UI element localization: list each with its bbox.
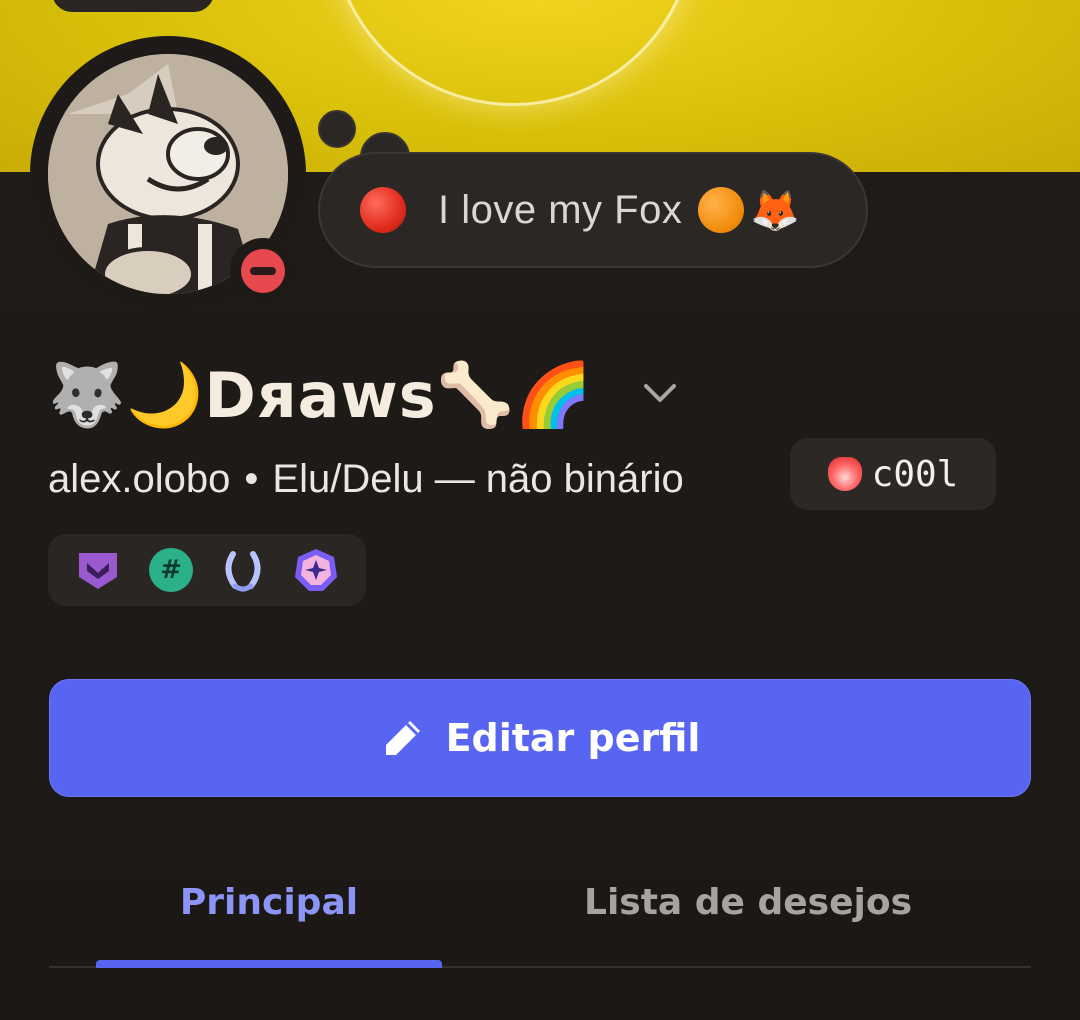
custom-status-bubble[interactable]: I love my Fox 🦊: [318, 152, 868, 268]
tab-principal-label: Principal: [179, 881, 359, 923]
edit-profile-button[interactable]: Editar perfil: [49, 679, 1031, 797]
svg-text:#: #: [160, 555, 182, 585]
orange-circle-icon: [698, 187, 745, 233]
username-line: alex.olobo • Elu/Delu — não binário: [48, 448, 684, 510]
tab-wishlist[interactable]: Lista de desejos: [560, 870, 936, 934]
badges-row: #: [48, 534, 366, 606]
chevron-down-icon[interactable]: [640, 378, 680, 408]
thought-dot-small: [318, 110, 356, 148]
separator-dot: •: [244, 456, 259, 501]
display-name-prefix-emoji: 🐺🌙: [48, 358, 205, 431]
top-pill: [52, 0, 214, 12]
hypesquad-icon[interactable]: [73, 545, 123, 595]
custom-status-text: I love my Fox: [438, 187, 683, 232]
laurel-icon[interactable]: [218, 545, 268, 595]
edit-profile-label: Editar perfil: [445, 716, 701, 760]
active-tab-indicator: [96, 960, 442, 968]
red-circle-icon: [360, 187, 406, 233]
status-badge: [230, 238, 296, 304]
display-name-suffix-emoji: 🦴🌈: [436, 358, 594, 431]
do-not-disturb-icon: [241, 249, 285, 293]
hashtag-icon[interactable]: #: [146, 545, 196, 595]
gem-icon[interactable]: [291, 545, 341, 595]
display-name: 🐺🌙 Dяaws 🦴🌈: [48, 350, 593, 440]
clan-tag[interactable]: c00l: [790, 438, 996, 510]
tab-wishlist-label: Lista de desejos: [584, 881, 912, 923]
pronouns: Elu/Delu — não binário: [272, 456, 684, 501]
fox-icon: 🦊: [750, 187, 801, 234]
fire-icon: [827, 457, 862, 491]
clan-tag-label: c00l: [871, 453, 959, 495]
pencil-icon: [385, 721, 420, 755]
username: alex.olobo: [48, 456, 231, 501]
tab-principal[interactable]: Principal: [96, 870, 442, 934]
display-name-text: Dяaws: [204, 358, 437, 432]
